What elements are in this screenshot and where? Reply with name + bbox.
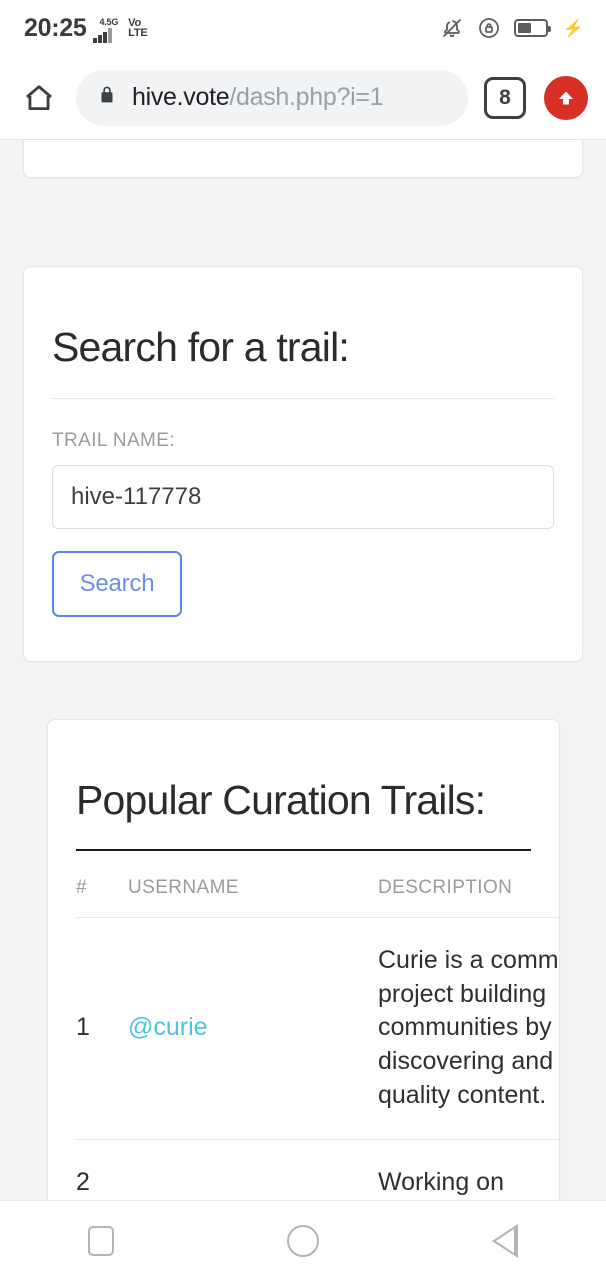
column-header-username: USERNAME	[128, 850, 378, 918]
trails-card-title: Popular Curation Trails:	[76, 777, 486, 824]
table-row[interactable]: 1 @curie Curie is a community project bu…	[76, 917, 559, 1140]
row-username-cell: @curie	[128, 917, 378, 1140]
status-bar-right: ⚡	[440, 16, 584, 40]
url-domain: hive.vote	[132, 83, 230, 111]
popular-trails-heading-wrap: Popular Curation Trails:	[48, 776, 559, 824]
row-description: Working on	[378, 1139, 559, 1200]
bell-mute-icon	[440, 16, 464, 40]
trails-table-head: # USERNAME DESCRIPTION	[76, 850, 559, 918]
charging-bolt-icon: ⚡	[562, 18, 584, 38]
signal-bars	[93, 28, 112, 43]
page-content: Search for a trail: TRAIL NAME: Search P…	[0, 140, 606, 1200]
row-username-cell	[128, 1139, 378, 1200]
search-trail-card: Search for a trail: TRAIL NAME: Search	[23, 266, 583, 663]
url-text: hive.vote/dash.php?i=1	[132, 83, 383, 112]
browser-toolbar: hive.vote/dash.php?i=1 8	[0, 56, 606, 140]
popular-trails-card: Popular Curation Trails: # USERNAME DESC…	[47, 719, 560, 1200]
url-path: /dash.php?i=1	[229, 83, 384, 111]
popular-trails-table: # USERNAME DESCRIPTION 1 @curie Curie is…	[76, 850, 559, 1200]
volte-icon: Vo LTE	[128, 17, 148, 39]
table-row[interactable]: 2 Working on	[76, 1139, 559, 1200]
recents-button[interactable]	[41, 1201, 161, 1280]
row-description: Curie is a community project building co…	[378, 917, 559, 1140]
up-arrow-icon[interactable]	[544, 75, 588, 120]
tab-count-label: 8	[499, 85, 511, 109]
volte-line-2: LTE	[128, 27, 148, 39]
url-bar[interactable]: hive.vote/dash.php?i=1	[76, 69, 468, 126]
row-username-link[interactable]: @curie	[128, 1013, 208, 1041]
trail-name-label: TRAIL NAME:	[52, 430, 175, 452]
signal-strength-icon: 4.5G	[93, 13, 118, 43]
circle-icon	[287, 1224, 319, 1257]
row-number: 1	[76, 917, 128, 1140]
tab-counter-button[interactable]: 8	[484, 76, 526, 119]
android-navigation-bar	[0, 1200, 606, 1280]
search-card-divider	[52, 398, 554, 400]
previous-card-partial	[23, 140, 583, 178]
back-button[interactable]	[445, 1201, 565, 1280]
triangle-left-icon	[492, 1223, 518, 1258]
lock-icon	[96, 84, 118, 111]
table-header-row: # USERNAME DESCRIPTION	[76, 850, 559, 918]
search-card-title: Search for a trail:	[52, 324, 350, 370]
search-button[interactable]: Search	[52, 551, 182, 618]
square-icon	[88, 1225, 114, 1256]
column-header-number: #	[76, 850, 128, 918]
trails-table-body: 1 @curie Curie is a community project bu…	[76, 917, 559, 1200]
column-header-description: DESCRIPTION	[378, 850, 559, 918]
home-icon[interactable]	[14, 73, 64, 123]
battery-charging-icon	[513, 19, 551, 37]
network-type-label: 4.5G	[99, 17, 119, 27]
rotation-lock-icon	[477, 16, 501, 40]
trail-name-input[interactable]	[52, 465, 554, 530]
phone-screen: 20:25 4.5G Vo LTE ⚡ hive.vote/dash.php?i…	[0, 0, 606, 1280]
home-button[interactable]	[243, 1201, 363, 1280]
status-bar: 20:25 4.5G Vo LTE ⚡	[0, 0, 606, 56]
status-bar-left: 20:25 4.5G Vo LTE	[24, 13, 148, 43]
row-number: 2	[76, 1139, 128, 1200]
web-page-viewport[interactable]: Search for a trail: TRAIL NAME: Search P…	[0, 140, 606, 1200]
clock: 20:25	[24, 13, 87, 42]
